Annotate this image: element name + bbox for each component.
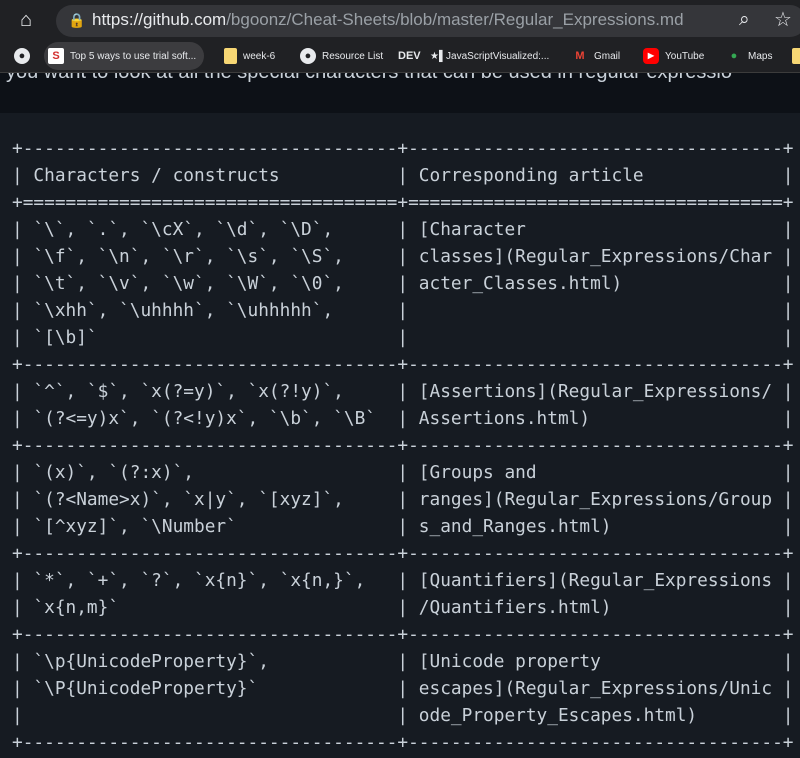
bookmark-maps[interactable]: ● Maps [726,45,773,67]
table-row-line: | `^`, `$`, `x(?=y)`, `x(?!y)`, | [Asser… [12,381,794,402]
table-header: | Characters / constructs | Correspondin… [12,165,794,186]
table-row-line: | `\p{UnicodeProperty}`, | [Unicode prop… [12,651,794,672]
table-row-line: | `\`, `.`, `\cX`, `\d`, `\D`, | [Charac… [12,219,794,240]
table-row-line: | `[^xyz]`, `\Number` | s_and_Ranges.htm… [12,516,794,537]
folder-icon [224,48,237,64]
table-row-separator: +-----------------------------------+---… [12,543,794,564]
bookmark-gmail[interactable]: M Gmail [572,45,620,67]
table-row-separator: +-----------------------------------+---… [12,435,794,456]
s-logo-icon: S [48,48,64,64]
address-bar[interactable]: 🔒 https://github.com/bgoonz/Cheat-Sheets… [56,5,800,37]
bookmark-resource-list[interactable]: ● Resource List [300,45,383,67]
bookmark-globe[interactable]: ● [14,45,30,67]
table-row-line: | `(?<Name>x)`, `x|y`, `[xyz]`, | ranges… [12,489,794,510]
table-border: +-----------------------------------+---… [12,138,794,159]
table-row-line: | `\P{UnicodeProperty}` | escapes](Regul… [12,678,794,699]
table-row-line: | | ode_Property_Escapes.html) | [12,705,794,726]
folder-icon [792,48,800,64]
intro-text: you want to look at all the special char… [6,73,732,84]
globe-icon: ● [14,48,30,64]
bookmark-folder-overflow[interactable] [792,45,800,67]
globe-icon: ● [300,48,316,64]
table-row-separator: +-----------------------------------+---… [12,732,794,753]
youtube-icon: ▶ [643,48,659,64]
code-block: +-----------------------------------+---… [0,113,800,758]
bookmark-trial-software[interactable]: S Top 5 ways to use trial soft... [44,42,205,70]
bookmark-js-visualized[interactable]: ★▌JavaScriptVisualized:... [430,45,549,67]
gmail-icon: M [575,50,585,62]
dev-icon: DEV [398,50,421,62]
home-icon[interactable]: ⌂ [20,9,32,32]
table-row-line: | `x{n,m}` | /Quantifiers.html) | [12,597,794,618]
table-header-separator: +===================================+===… [12,192,794,213]
table-row-line: | `*`, `+`, `?`, `x{n}`, `x{n,}`, | [Qua… [12,570,794,591]
url-text[interactable]: https://github.com/bgoonz/Cheat-Sheets/b… [92,10,684,30]
bookmarks-bar: ● S Top 5 ways to use trial soft... week-… [0,40,800,73]
table-row-line: | `(x)`, `(?:x)`, | [Groups and | [12,462,794,483]
table-row-separator: +-----------------------------------+---… [12,624,794,645]
table-row-separator: +-----------------------------------+---… [12,354,794,375]
bookmark-star-icon[interactable]: ☆ [774,7,792,32]
table-row-line: | `\f`, `\n`, `\r`, `\s`, `\S`, | classe… [12,246,794,267]
bookmark-week-6[interactable]: week-6 [224,45,275,67]
table-row-line: | `(?<=y)x`, `(?<!y)x`, `\b`, `\B` | Ass… [12,408,794,429]
bookmark-youtube[interactable]: ▶ YouTube [643,45,704,67]
ascii-table: +-----------------------------------+---… [12,135,793,756]
js-visualized-label: ★▌JavaScriptVisualized:... [430,50,550,62]
table-row-line: | `\xhh`, `\uhhhh`, `\uhhhhh`, | | [12,300,794,321]
bookmark-dev[interactable]: DEV [398,45,421,67]
page-content: you want to look at all the special char… [0,73,800,758]
table-row-line: | `\t`, `\v`, `\w`, `\W`, `\0`, | acter_… [12,273,794,294]
lock-icon[interactable]: 🔒 [68,12,85,29]
browser-toolbar: ⌂ 🔒 https://github.com/bgoonz/Cheat-Shee… [0,0,800,40]
maps-icon: ● [730,50,738,62]
table-row-line: | `[\b]` | | [12,327,794,348]
zoom-icon[interactable]: ⌕ [739,9,750,31]
